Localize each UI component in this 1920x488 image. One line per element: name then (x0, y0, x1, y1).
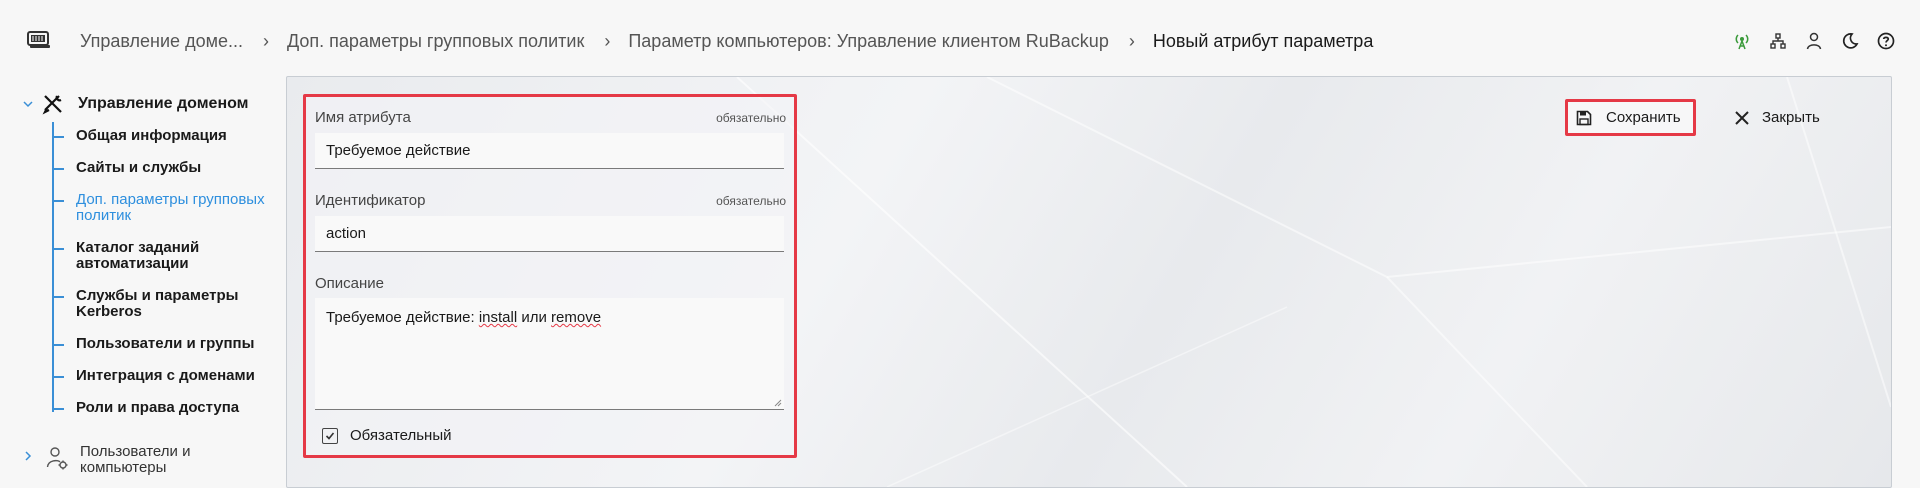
identifier-input[interactable] (315, 216, 784, 252)
sidebar-item-label: Роли и права доступа (76, 399, 240, 416)
antenna-icon[interactable] (1724, 29, 1760, 53)
resize-handle-icon[interactable] (774, 399, 782, 407)
sidebar-item-label: Интеграция с доменами (76, 367, 255, 384)
close-icon (1735, 110, 1749, 125)
attribute-name-label: Имя атрибута (315, 109, 411, 126)
description-text: install (478, 309, 518, 326)
sidebar-item-users-computers[interactable]: Пользователи и компьютеры (22, 444, 230, 476)
user-icon[interactable] (1796, 29, 1832, 53)
attribute-name-input[interactable] (315, 133, 784, 169)
chevron-down-icon[interactable] (22, 98, 34, 110)
attribute-form: Имя атрибута обязательно Идентификатор о… (303, 94, 797, 458)
tools-icon (42, 95, 62, 115)
sidebar-item-label: Сайты и службы (76, 159, 202, 176)
sidebar-item-sites-services[interactable]: Сайты и службы (52, 160, 266, 176)
breadcrumb-item[interactable]: Управление доме... (80, 31, 243, 52)
close-button[interactable]: Закрыть (1726, 99, 1854, 136)
sidebar: Управление доменом Общая информация Сайт… (0, 82, 282, 479)
chevron-right-icon[interactable] (22, 450, 34, 462)
chevron-right-icon: › (604, 30, 611, 51)
top-header: Управление доме... › Доп. параметры груп… (0, 0, 1920, 82)
description-label: Описание (315, 275, 385, 292)
sidebar-item-label: Пользователи и группы (76, 335, 255, 352)
user-gear-icon (46, 447, 68, 470)
required-checkbox-row[interactable]: Обязательный (322, 427, 452, 444)
identifier-label: Идентификатор (315, 192, 426, 209)
moon-icon[interactable] (1832, 29, 1868, 53)
floppy-disk-icon (1576, 110, 1592, 125)
required-hint: обязательно (716, 111, 786, 125)
breadcrumb-current: Новый атрибут параметра (1152, 30, 1374, 51)
breadcrumb: Управление доме... › Доп. параметры груп… (80, 28, 1373, 54)
save-button[interactable]: Сохранить (1565, 99, 1696, 136)
sidebar-item-label: Пользователи и компьютеры (80, 443, 191, 476)
required-hint: обязательно (716, 194, 786, 208)
required-checkbox[interactable] (322, 427, 338, 444)
sidebar-item-label: Службы и параметры Kerberos (76, 287, 239, 320)
sidebar-item-automation-catalog[interactable]: Каталог заданий автоматизации (52, 240, 266, 272)
breadcrumb-item[interactable]: Параметр компьютеров: Управление клиенто… (628, 31, 1108, 52)
help-icon[interactable] (1868, 29, 1904, 53)
header-toolbar (1724, 29, 1904, 53)
sidebar-item-domain-integration[interactable]: Интеграция с доменами (52, 368, 266, 384)
checkmark-icon (325, 431, 335, 440)
save-button-label: Сохранить (1606, 109, 1681, 126)
sidebar-item-kerberos[interactable]: Службы и параметры Kerberos (52, 288, 266, 320)
sidebar-item-label: Доп. параметры групповых политик (76, 191, 265, 224)
chevron-right-icon: › (1128, 30, 1135, 51)
close-button-label: Закрыть (1762, 109, 1820, 126)
sidebar-item-general-info[interactable]: Общая информация (52, 128, 266, 144)
sidebar-item-label: Общая информация (76, 127, 227, 144)
sidebar-item-gpo-params[interactable]: Доп. параметры групповых политик (52, 192, 266, 224)
description-text: или (517, 309, 552, 326)
sidebar-item-users-groups[interactable]: Пользователи и группы (52, 336, 266, 352)
description-textarea[interactable]: Требуемое действие: install или remove (315, 298, 784, 410)
required-checkbox-label: Обязательный (350, 427, 452, 444)
sidebar-item-domain-management[interactable]: Управление доменом (22, 92, 249, 116)
sidebar-item-label: Управление доменом (78, 95, 249, 112)
sidebar-item-roles-access[interactable]: Роли и права доступа (52, 400, 266, 416)
monitor-logo-icon[interactable] (27, 31, 51, 49)
description-text: remove (551, 309, 602, 326)
network-icon[interactable] (1760, 29, 1796, 53)
breadcrumb-item[interactable]: Доп. параметры групповых политик (287, 31, 584, 52)
chevron-right-icon: › (262, 30, 269, 51)
sidebar-item-label: Каталог заданий автоматизации (76, 239, 200, 272)
description-text: Требуемое действие: (326, 309, 479, 326)
